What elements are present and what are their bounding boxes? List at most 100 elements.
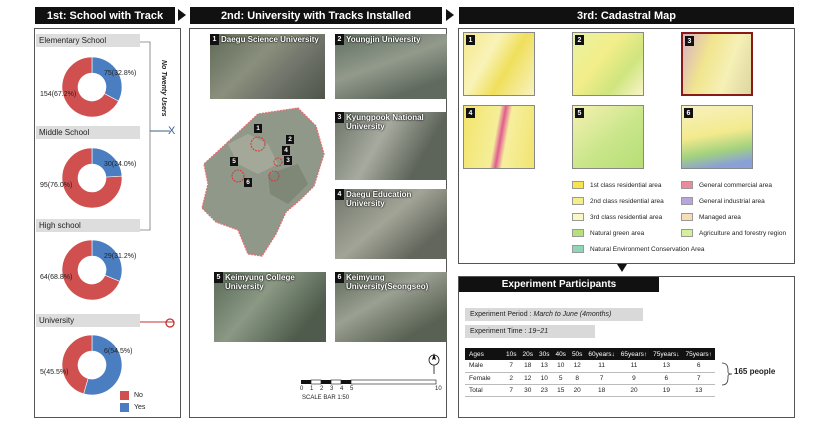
photo-number: 2 [335, 34, 344, 45]
table-cell: 12 [568, 360, 586, 373]
legend-yes-swatch [120, 403, 129, 412]
header-school-with-track: 1st: School with Track [35, 7, 175, 24]
table-cell: 19 [650, 384, 683, 397]
experiment-panel [458, 276, 795, 418]
legend-yes: Yes [120, 403, 145, 412]
donut-no-label: 95(76.0%) [40, 182, 73, 189]
legend-item: Agriculture and forestry region [681, 229, 786, 237]
photo-number: 4 [335, 189, 344, 200]
table-cell: 18 [585, 384, 618, 397]
no-mark-x: X [168, 125, 176, 137]
scale-tick: 4 [340, 386, 344, 392]
legend-swatch [572, 197, 584, 205]
experiment-time: Experiment Time : 19~21 [465, 325, 595, 338]
table-cell: 23 [535, 384, 553, 397]
scale-tick: 0 [300, 386, 304, 392]
map-marker-3: 3 [284, 156, 292, 165]
map-marker-1: 1 [254, 124, 262, 133]
donut-slice-yes [91, 56, 123, 102]
table-header-cell: 10s [503, 348, 520, 360]
scale-tick: 3 [330, 386, 334, 392]
map-marker-6: 6 [244, 178, 252, 187]
table-cell: 20 [617, 384, 651, 397]
photo-caption: Keimyung College University [225, 273, 295, 291]
photo-number: 1 [210, 34, 219, 45]
table-cell: Total [465, 384, 503, 397]
legend-label: Natural green area [590, 229, 645, 237]
legend-item: 2nd class residential area [572, 197, 664, 205]
scale-tick: 1 [310, 386, 314, 392]
photo-caption: Youngjin University [346, 35, 421, 44]
legend-label: 1st class residential area [590, 181, 662, 189]
legend-swatch [572, 245, 584, 253]
table-header-cell: 65years↑ [617, 348, 651, 360]
photo-university-2: 2 Youngjin University [335, 34, 447, 99]
table-header-cell: 40s [552, 348, 569, 360]
legend-label: 3rd class residential area [590, 213, 663, 221]
legend-item: General industrial area [681, 197, 765, 205]
daegu-city-map [201, 107, 325, 257]
table-cell: Male [465, 360, 503, 373]
table-header-cell: 75years↓ [650, 348, 683, 360]
participants-table: Ages 10s 20s 30s 40s 50s 60years↓ 65years↑ 75yea… [465, 348, 715, 397]
legend-no-label: No [134, 392, 143, 399]
map-number: 5 [575, 108, 584, 118]
legend-label: General commercial area [699, 181, 772, 189]
photo-university-3: 3 Kyungpook National University [335, 112, 447, 180]
level-label: Elementary School [36, 34, 140, 47]
legend-label: General industrial area [699, 197, 765, 205]
cadastral-map-4: 4 [463, 105, 535, 169]
donut-chart [61, 56, 123, 118]
table-cell: 13 [535, 360, 553, 373]
table-row: Female 2 12 10 5 8 7 9 6 7 [465, 372, 715, 385]
scale-tick: 2 [320, 386, 324, 392]
legend-item: Natural green area [572, 229, 644, 237]
table-cell: 8 [568, 372, 586, 385]
map-number: 4 [466, 108, 475, 118]
period-label: Experiment Period : [470, 311, 532, 318]
legend-swatch [681, 213, 693, 221]
photo-caption: Kyungpook National University [346, 113, 424, 131]
table-cell: 6 [682, 360, 715, 373]
legend-item: Natural Environment Conservation Area [572, 245, 705, 253]
scale-tick: 5 [350, 386, 354, 392]
photo-number: 3 [335, 112, 344, 123]
table-cell: 10 [552, 360, 569, 373]
table-cell: Female [465, 372, 503, 385]
legend-swatch [572, 213, 584, 221]
table-cell: 20 [568, 384, 586, 397]
legend-label: Agriculture and forestry region [699, 229, 787, 237]
table-cell: 12 [519, 372, 536, 385]
donut-chart [61, 239, 123, 301]
table-header-cell: Ages [465, 348, 503, 360]
donut-yes-label: 30(24.0%) [104, 161, 137, 168]
map-marker-5: 5 [230, 157, 238, 166]
map-number: 3 [685, 36, 694, 46]
legend-swatch [572, 181, 584, 189]
experiment-period: Experiment Period : March to June (4mont… [465, 308, 643, 321]
donut-slice-yes [91, 239, 123, 282]
scale-tick: 10 [435, 386, 442, 392]
table-cell: 9 [617, 372, 651, 385]
legend-yes-label: Yes [134, 404, 146, 411]
table-cell: 30 [519, 384, 536, 397]
map-number: 6 [684, 108, 693, 118]
photo-number: 5 [214, 272, 223, 283]
table-cell: 13 [682, 384, 715, 397]
table-cell: 2 [503, 372, 520, 385]
legend-label: Natural Environment Conservation Area [590, 245, 705, 253]
map-marker-4: 4 [282, 146, 290, 155]
cadastral-map-1: 1 [463, 32, 535, 96]
table-header-cell: 50s [568, 348, 586, 360]
table-header-cell: 60years↓ [585, 348, 618, 360]
table-cell: 5 [552, 372, 569, 385]
scale-bar-label: SCALE BAR 1:50 [302, 395, 350, 401]
table-cell: 13 [650, 360, 683, 373]
photo-caption: Keimyung University(Seongseo) [346, 273, 429, 291]
table-cell: 7 [585, 372, 618, 385]
table-header-cell: 30s [535, 348, 553, 360]
header-university-tracks: 2nd: University with Tracks Installed [190, 7, 442, 24]
table-cell: 11 [617, 360, 651, 373]
photo-university-1: 1 Daegu Science University [210, 34, 325, 99]
photo-number: 6 [335, 272, 344, 283]
